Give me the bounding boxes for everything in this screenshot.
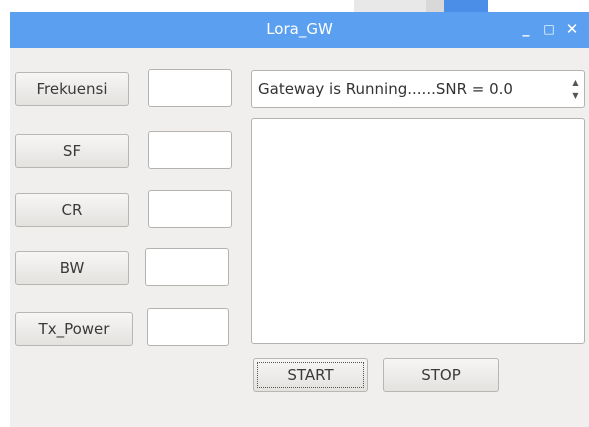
stop-button[interactable]: STOP [383,358,499,392]
bw-field[interactable] [145,248,229,286]
cr-button[interactable]: CR [15,193,129,227]
desktop-deco [426,0,444,12]
frekuensi-field[interactable] [148,69,232,107]
log-text-area[interactable] [251,118,585,344]
sf-field[interactable] [148,131,232,169]
status-field[interactable]: Gateway is Running......SNR = 0.0 ▲ ▼ [251,70,585,108]
start-button[interactable]: START [253,358,368,392]
title-bar[interactable]: Lora_GW _ □ ✕ [10,12,589,48]
desktop-top-strip [10,0,589,12]
frekuensi-button[interactable]: Frekuensi [15,72,129,106]
desktop-deco [444,0,488,12]
main-content: Frekuensi SF CR BW Tx_Power Gateway is R… [10,48,589,427]
maximize-icon[interactable]: □ [539,18,559,40]
tx-power-button[interactable]: Tx_Power [15,312,133,346]
bw-button[interactable]: BW [15,251,129,285]
window-left-edge [0,0,10,427]
sf-button[interactable]: SF [15,134,129,168]
window-title: Lora_GW [266,20,333,38]
status-text: Gateway is Running......SNR = 0.0 [258,80,513,98]
cr-field[interactable] [148,190,232,228]
spinner-arrows-icon[interactable]: ▲ ▼ [571,76,580,102]
tx-power-field[interactable] [147,308,229,346]
desktop-deco [354,0,426,12]
minimize-icon[interactable]: _ [516,18,536,40]
app-window: Lora_GW _ □ ✕ Frekuensi SF CR BW Tx_Powe… [0,0,589,427]
close-icon[interactable]: ✕ [562,18,582,40]
